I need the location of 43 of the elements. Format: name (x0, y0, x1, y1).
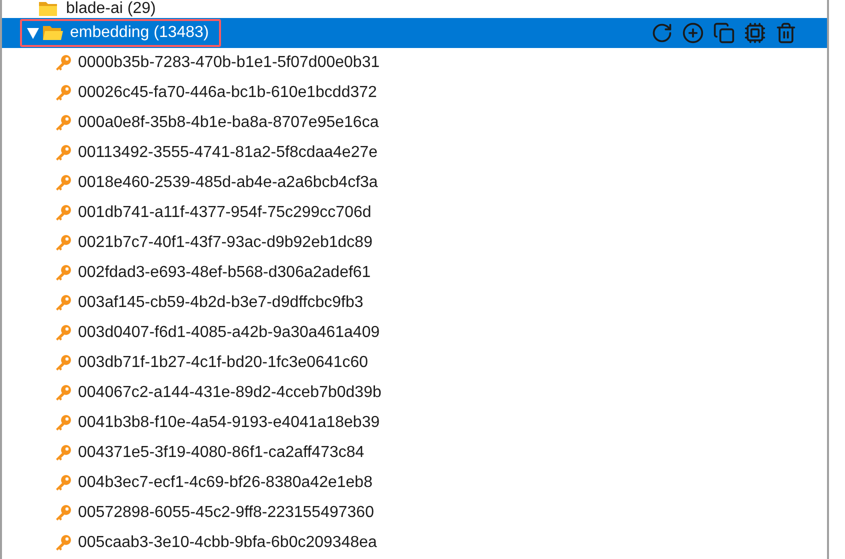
delete-icon[interactable] (775, 22, 797, 44)
key-label[interactable]: 00113492-3555-4741-81a2-5f8cdaa4e27e (78, 141, 378, 165)
key-icon (54, 324, 72, 342)
key-label[interactable]: 003af145-cb59-4b2d-b3e7-d9dffcbc9fb3 (78, 291, 364, 315)
key-icon (54, 234, 72, 252)
key-icon (54, 474, 72, 492)
key-icon (54, 384, 72, 402)
key-label[interactable]: 004067c2-a144-431e-89d2-4cceb7b0d39b (78, 381, 382, 405)
copy-icon[interactable] (713, 22, 735, 44)
key-label[interactable]: 0041b3b8-f10e-4a54-9193-e4041a18eb39 (78, 411, 380, 435)
key-label[interactable]: 00026c45-fa70-446a-bc1b-610e1bcdd372 (78, 81, 377, 105)
tree-row[interactable]: embedding (13483) (2, 18, 827, 48)
key-icon (54, 444, 72, 462)
key-icon (54, 114, 72, 132)
key-icon (54, 504, 72, 522)
key-icon (54, 174, 72, 192)
key-label[interactable]: 001db741-a11f-4377-954f-75c299cc706d (78, 201, 372, 225)
key-icon (54, 294, 72, 312)
key-label[interactable]: 000a0e8f-35b8-4b1e-ba8a-8707e95e16ca (78, 111, 379, 135)
key-label[interactable]: 003d0407-f6d1-4085-a42b-9a30a461a409 (78, 321, 380, 345)
key-label[interactable]: 004371e5-3f19-4080-86f1-ca2aff473c84 (78, 441, 364, 465)
key-label[interactable]: 005caab3-3e10-4cbb-9bfa-6b0c209348ea (78, 531, 377, 555)
key-label[interactable]: 002fdad3-e693-48ef-b568-d306a2adef61 (78, 261, 371, 285)
key-icon (54, 354, 72, 372)
key-icon (54, 534, 72, 552)
key-label[interactable]: 0000b35b-7283-470b-b1e1-5f07d00e0b31 (78, 51, 380, 75)
tree-item-label[interactable]: blade-ai (29) (66, 0, 156, 18)
key-label[interactable]: 00572898-6055-45c2-9ff8-223155497360 (78, 501, 374, 525)
key-label[interactable]: 0021b7c7-40f1-43f7-93ac-d9b92eb1dc89 (78, 231, 372, 255)
chip-icon[interactable] (744, 22, 766, 44)
key-icon (54, 204, 72, 222)
folder-label: embedding (13483) (70, 23, 209, 43)
key-label[interactable]: 0018e460-2539-485d-ab4e-a2a6bcb4cf3a (78, 171, 378, 195)
key-icon (54, 264, 72, 282)
key-icon (54, 414, 72, 432)
key-icon (54, 84, 72, 102)
expand-arrow-icon[interactable] (26, 26, 40, 40)
add-icon[interactable] (682, 22, 704, 44)
key-icon (54, 54, 72, 72)
key-label[interactable]: 003db71f-1b27-4c1f-bd20-1fc3e0641c60 (78, 351, 368, 375)
refresh-icon[interactable] (651, 22, 673, 44)
key-label[interactable]: 004b3ec7-ecf1-4c69-bf26-8380a42e1eb8 (78, 471, 372, 495)
key-icon (54, 144, 72, 162)
